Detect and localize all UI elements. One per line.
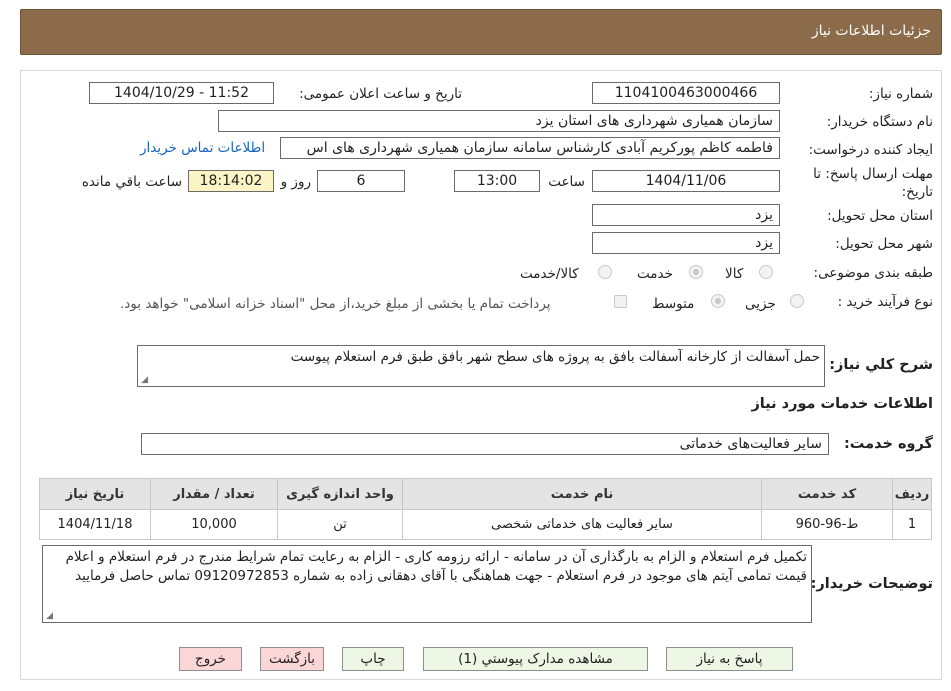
exit-button[interactable]: خروج [179, 647, 242, 671]
service-group-field: سایر فعالیت‌های خدماتی [141, 433, 829, 455]
deadline-label-date: تاریخ: [901, 184, 933, 200]
buyer-notes-label: توضیحات خریدار: [810, 576, 933, 592]
need-number-label: شماره نیاز: [868, 86, 933, 102]
time-label: ساعت [548, 174, 585, 190]
table-header-row: ردیف کد خدمت نام خدمت واحد اندازه گیری ت… [39, 478, 932, 510]
view-attachments-button[interactable]: مشاهده مدارک پیوستي (1) [423, 647, 648, 671]
city-label: شهر محل تحویل: [835, 236, 933, 252]
print-button[interactable]: چاپ [342, 647, 404, 671]
contact-buyer-link[interactable]: اطلاعات تماس خریدار [140, 140, 265, 156]
remaining-time-field: 18:14:02 [188, 170, 274, 192]
announce-label: تاریخ و ساعت اعلان عمومی: [299, 86, 462, 102]
services-section-title: اطلاعات خدمات مورد نیاز [751, 396, 933, 412]
category-label: طبقه بندی موضوعی: [813, 265, 933, 281]
days-label: روز و [280, 174, 311, 190]
creator-label: ایجاد کننده درخواست: [808, 142, 933, 158]
col-header-unit: واحد اندازه گیری [277, 478, 403, 510]
process-radio-medium[interactable] [711, 294, 725, 308]
col-header-service-code: کد خدمت [761, 478, 893, 510]
resize-grip-icon[interactable]: ◢ [140, 376, 148, 385]
cell-service-name: سایر فعالیت های خدماتی شخصی [402, 509, 762, 540]
remaining-label: ساعت باقي مانده [81, 174, 182, 190]
days-field: 6 [317, 170, 405, 192]
announce-field: 1404/10/29 - 11:52 [89, 82, 274, 104]
process-label: نوع فرآیند خرید : [837, 294, 933, 310]
page-header: جزئیات اطلاعات نیاز [20, 9, 942, 55]
category-radio-goods-service[interactable] [598, 265, 612, 279]
col-header-quantity: تعداد / مقدار [150, 478, 278, 510]
treasury-checkbox[interactable] [614, 295, 627, 308]
treasury-note: پرداخت تمام یا بخشی از مبلغ خرید،از محل … [120, 296, 551, 312]
buyer-notes-textarea[interactable]: تکمیل فرم استعلام و الزام به بارگذاری آن… [42, 545, 812, 623]
category-option-service: خدمت [637, 266, 673, 282]
summary-textarea[interactable]: حمل آسفالت از کارخانه آسفالت بافق به پرو… [137, 345, 825, 387]
category-option-goods: کالا [725, 266, 744, 282]
cell-unit: تن [277, 509, 403, 540]
process-option-medium: متوسط [652, 296, 695, 312]
table-row: 1 ط-96-960 سایر فعالیت های خدماتی شخصی ت… [39, 509, 932, 540]
col-header-row-number: ردیف [892, 478, 932, 510]
deadline-label: مهلت ارسال پاسخ: تا [813, 166, 933, 182]
province-label: استان محل تحویل: [827, 208, 933, 224]
col-header-service-name: نام خدمت [402, 478, 762, 510]
process-option-minor: جزیی [745, 296, 776, 312]
city-field: یزد [592, 232, 780, 254]
services-table: ردیف کد خدمت نام خدمت واحد اندازه گیری ت… [39, 478, 932, 540]
resize-grip-icon[interactable]: ◢ [45, 612, 53, 621]
summary-label: شرح کلي نياز: [829, 357, 933, 373]
reply-button[interactable]: پاسخ به نیاز [666, 647, 793, 671]
category-option-goods-service: کالا/خدمت [520, 266, 579, 282]
back-button[interactable]: بازگشت [260, 647, 324, 671]
deadline-time-field: 13:00 [454, 170, 540, 192]
buyer-org-label: نام دستگاه خریدار: [826, 114, 933, 130]
creator-field: فاطمه کاظم پورکریم آبادی کارشناس سامانه … [280, 137, 780, 159]
need-number-field: 1104100463000466 [592, 82, 780, 104]
service-group-label: گروه خدمت: [843, 436, 933, 452]
category-radio-goods[interactable] [759, 265, 773, 279]
province-field: یزد [592, 204, 780, 226]
cell-need-date: 1404/11/18 [39, 509, 151, 540]
col-header-need-date: تاریخ نیاز [39, 478, 151, 510]
cell-service-code: ط-96-960 [761, 509, 893, 540]
buyer-notes-text: تکمیل فرم استعلام و الزام به بارگذاری آن… [65, 549, 807, 584]
process-radio-minor[interactable] [790, 294, 804, 308]
deadline-date-field: 1404/11/06 [592, 170, 780, 192]
buyer-org-field: سازمان همیاری شهرداری های استان یزد [218, 110, 780, 132]
category-radio-service[interactable] [689, 265, 703, 279]
page-title: جزئیات اطلاعات نیاز [811, 23, 931, 39]
summary-text: حمل آسفالت از کارخانه آسفالت بافق به پرو… [290, 349, 820, 365]
cell-quantity: 10,000 [150, 509, 278, 540]
cell-row-number: 1 [892, 509, 932, 540]
